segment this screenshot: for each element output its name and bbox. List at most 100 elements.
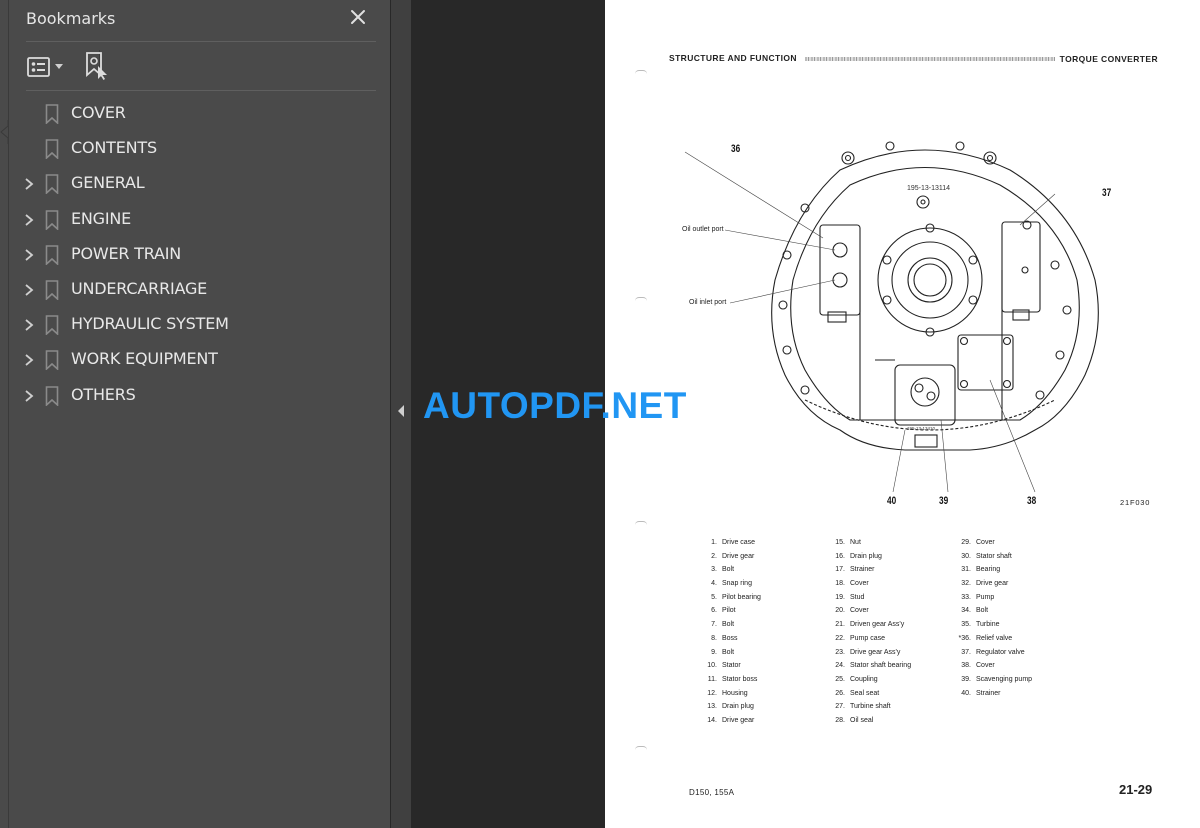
- legend-entry-number: 5.: [711, 593, 717, 601]
- legend-entry: 3. Bolt: [701, 563, 761, 577]
- legend-entry: 8. Boss: [701, 632, 761, 646]
- header-divider: [26, 41, 376, 42]
- legend-entry: 22. Pump case: [829, 632, 911, 646]
- legend-entry: 16. Drain plug: [829, 550, 911, 564]
- margin-mark: [635, 70, 647, 74]
- legend-entry-number: 27.: [835, 703, 845, 711]
- list-options-icon: [27, 57, 50, 77]
- bookmark-icon: [45, 104, 59, 124]
- legend-entry-name: Bolt: [722, 648, 735, 656]
- legend-entry-number: 25.: [835, 675, 845, 683]
- legend-entry-name: Stator shaft bearing: [850, 662, 912, 670]
- bookmark-icon: [45, 244, 59, 265]
- caret-down-icon: [55, 64, 63, 69]
- legend-entry: 18. Cover: [829, 577, 911, 591]
- legend-entry-name: Pump: [976, 593, 995, 601]
- legend-entry-number: 7.: [711, 621, 717, 629]
- legend-entry-name: Bolt: [722, 621, 735, 629]
- legend-entry-name: Oil seal: [850, 716, 874, 724]
- legend-entry-number: 40.: [961, 689, 971, 697]
- bookmark-item[interactable]: OTHERS: [0, 378, 390, 413]
- legend-entry-number: 26.: [835, 689, 845, 697]
- footer-model: D150, 155A: [689, 788, 735, 797]
- legend-entry-name: Drive gear: [976, 580, 1009, 588]
- expand-chevron-icon[interactable]: [22, 317, 36, 333]
- legend-entry: 37. Regulator valve: [955, 646, 1032, 660]
- leader-38: [989, 379, 1036, 493]
- legend-entry-name: Drain plug: [722, 703, 754, 711]
- legend-entry-number: 15.: [835, 539, 845, 546]
- legend-entry-name: Snap ring: [722, 580, 752, 588]
- leader-oil-inlet: [729, 279, 836, 304]
- bookmark-item[interactable]: CONTENTS: [0, 131, 390, 166]
- expand-chevron-icon[interactable]: [22, 352, 36, 368]
- bookmark-label: WORK EQUIPMENT: [71, 349, 218, 369]
- close-panel-button[interactable]: [348, 8, 368, 28]
- callout-37: 37: [1102, 187, 1112, 199]
- options-menu-button[interactable]: [26, 52, 66, 80]
- callout-39: 39: [939, 495, 949, 507]
- legend-entry-name: Bolt: [976, 607, 989, 615]
- bookmark-label: POWER TRAIN: [71, 243, 182, 263]
- bookmark-label: GENERAL: [71, 173, 145, 193]
- bookmark-item[interactable]: HYDRAULIC SYSTEM: [0, 307, 390, 342]
- bookmark-icon: [45, 174, 59, 195]
- watermark: AUTOPDF.NET: [423, 385, 687, 426]
- legend-entry-number: 31.: [961, 566, 971, 574]
- legend-entry: 15. Nut: [829, 536, 911, 550]
- oil-inlet-port-label: Oil inlet port: [689, 299, 727, 306]
- leader-37: [1019, 193, 1056, 226]
- callout-38: 38: [1027, 495, 1037, 507]
- bookmark-item[interactable]: ENGINE: [0, 202, 390, 237]
- legend-entry: 27. Turbine shaft: [829, 700, 911, 714]
- bookmark-item[interactable]: WORK EQUIPMENT: [0, 342, 390, 377]
- legend-entry: 28. Oil seal: [829, 714, 911, 728]
- leader-40: [892, 429, 906, 493]
- bookmark-icon: [45, 315, 59, 336]
- expand-chevron-icon[interactable]: [22, 212, 36, 228]
- bookmark-icon: [45, 139, 59, 160]
- find-current-bookmark-button[interactable]: [84, 52, 112, 80]
- legend-entry: 12. Housing: [701, 687, 761, 701]
- legend-entry: 7. Bolt: [701, 618, 761, 632]
- bookmark-item[interactable]: COVER: [0, 96, 390, 131]
- bookmark-label: OTHERS: [71, 384, 136, 404]
- panel-header: Bookmarks: [26, 8, 376, 30]
- panel-splitter[interactable]: [391, 0, 411, 828]
- legend-entry-number: 14.: [707, 716, 717, 724]
- legend-entry: 30. Stator shaft: [955, 550, 1032, 564]
- hub-outer: [877, 227, 983, 333]
- bookmark-icon: [45, 280, 59, 300]
- bookmark-item[interactable]: UNDERCARRIAGE: [0, 272, 390, 307]
- bookmark-icon: [45, 209, 59, 230]
- page-header-section: STRUCTURE AND FUNCTION: [669, 53, 797, 63]
- legend-entry: 6. Pilot: [701, 604, 761, 618]
- collapse-left-arrow-icon[interactable]: [397, 405, 405, 417]
- leader-oil-outlet: [724, 229, 836, 251]
- bookmark-label: UNDERCARRIAGE: [71, 278, 208, 298]
- legend-entry-number: 39.: [961, 675, 971, 683]
- panel-title: Bookmarks: [26, 9, 116, 28]
- legend-entry-number: 29.: [961, 539, 971, 546]
- expand-chevron-icon[interactable]: [22, 388, 36, 404]
- legend-entry-number: 16.: [835, 552, 845, 560]
- expand-chevron-icon[interactable]: [22, 247, 36, 263]
- callout-40: 40: [887, 495, 897, 507]
- legend-entry-name: Scavenging pump: [976, 675, 1033, 683]
- legend-entry-number: 4.: [711, 580, 717, 588]
- legend-entry-number: 9.: [711, 648, 717, 656]
- expand-chevron-icon[interactable]: [22, 282, 36, 298]
- legend-entry-name: Bolt: [722, 566, 735, 574]
- expand-chevron-icon[interactable]: [22, 176, 36, 192]
- bookmark-item[interactable]: POWER TRAIN: [0, 237, 390, 272]
- legend-entry-number: *36.: [958, 634, 971, 642]
- legend-entry-number: 37.: [961, 648, 971, 656]
- bookmark-item[interactable]: GENERAL: [0, 166, 390, 201]
- legend-entry-number: 17.: [835, 566, 845, 574]
- relief-valve-block: [819, 224, 861, 316]
- legend-entry-name: Boss: [722, 634, 738, 642]
- parts-legend-column-3: 29. Cover 30. Stator shaft 31. Bearing 32. Driv…: [955, 536, 1033, 700]
- legend-entry-name: Pump case: [850, 634, 886, 642]
- legend-entry-number: 3.: [711, 566, 717, 574]
- parts-legend-column-2: 15. Nut 16. Drain plug 17. Strainer 18. Cover 19…: [829, 536, 911, 728]
